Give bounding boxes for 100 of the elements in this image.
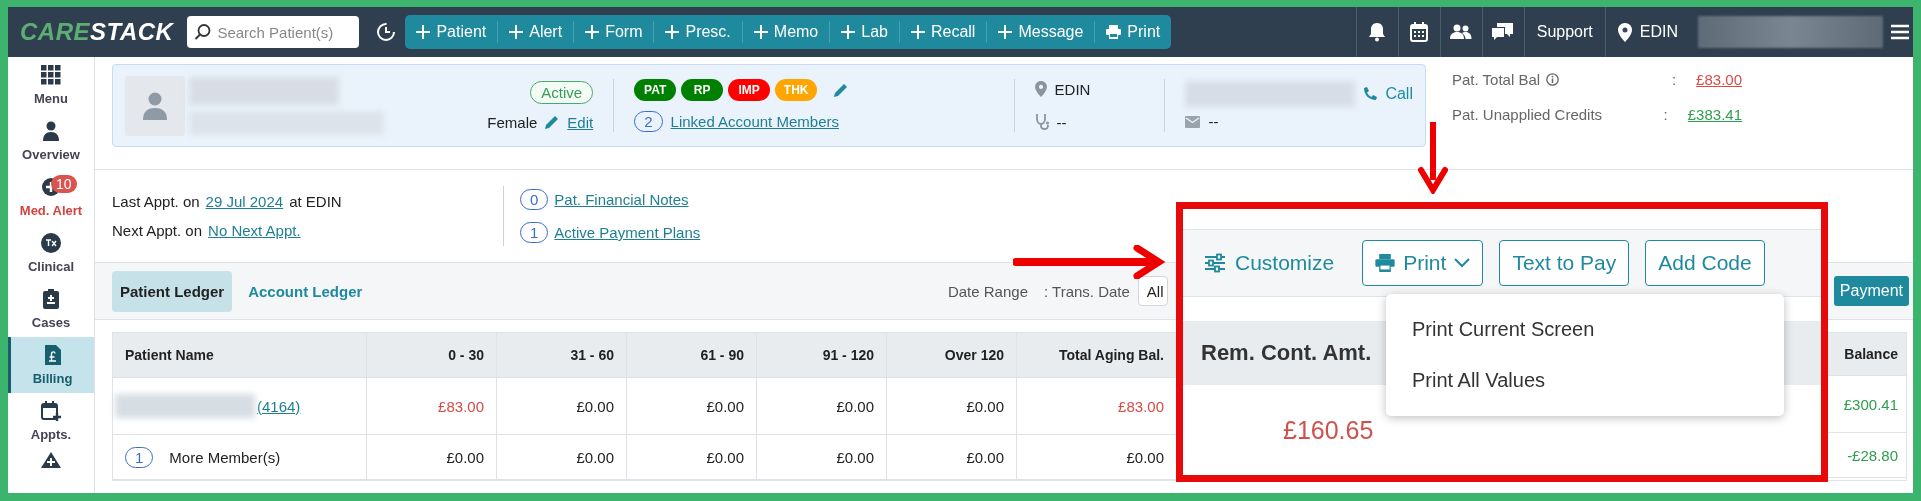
table-cell: £0.00 (366, 435, 496, 479)
payment-button[interactable]: Payment (1833, 276, 1909, 306)
email-text: -- (1208, 113, 1219, 130)
sidebar-item[interactable]: 10 Med. Alert (8, 169, 94, 225)
ledger-tab[interactable]: Account Ledger (240, 270, 371, 312)
sidebar-item[interactable]: Billing (8, 337, 94, 393)
search-field[interactable]: Search Patient(s) (187, 16, 360, 48)
appointment-location: at EDIN (289, 193, 342, 210)
search-icon (194, 23, 213, 41)
quick-action-button[interactable]: Memo (741, 21, 830, 43)
print-dropdown-button[interactable]: Print (1362, 240, 1484, 286)
table-cell: £0.00 (886, 435, 1016, 479)
appointment-date-link[interactable]: 29 Jul 2024 (205, 193, 284, 210)
stethoscope-icon (1034, 114, 1049, 130)
logo: CARESTACK (20, 17, 175, 47)
grid-icon (41, 64, 61, 85)
sidebar-item[interactable]: Appts. (8, 393, 94, 449)
quick-action-button[interactable]: Print (1094, 21, 1172, 43)
balance-amount-link[interactable]: £83.00 (1696, 71, 1742, 88)
location-pin-icon (1617, 22, 1632, 42)
balance-amount-link[interactable]: £383.41 (1687, 106, 1742, 123)
caret-icon (1454, 258, 1471, 268)
quick-action-button[interactable]: Presc. (653, 21, 742, 43)
sidebar-item[interactable]: Menu (8, 57, 94, 113)
quick-action-button[interactable]: Recall (898, 21, 987, 43)
quick-action-button[interactable]: Lab (829, 21, 899, 43)
plus-icon (665, 25, 680, 39)
pencil-icon[interactable] (545, 115, 560, 129)
sidebar-item[interactable]: Cases (8, 281, 94, 337)
alert-count-badge: 10 (51, 174, 77, 193)
plus-icon (585, 25, 600, 39)
clipboard-icon (42, 288, 60, 309)
column-header: Patient Name (124, 346, 215, 365)
customize-button[interactable]: Customize (1205, 251, 1335, 275)
menu-icon[interactable] (1891, 24, 1909, 40)
plus-icon (753, 25, 768, 39)
table-cell: £160.65 (1283, 415, 1374, 445)
call-button[interactable]: Call (1363, 85, 1413, 103)
arrow-drawing (1418, 122, 1448, 194)
edit-link[interactable]: Edit (567, 113, 594, 131)
table-cell: £0.00 (496, 378, 626, 434)
history-icon[interactable] (375, 21, 398, 43)
appointment-label: Last Appt. on (112, 193, 200, 210)
column-header: 31 - 60 (496, 333, 626, 377)
quick-action-button[interactable]: Patient (405, 21, 498, 43)
balance-label: Pat. Unapplied Credits (1452, 106, 1603, 123)
plus-icon (998, 25, 1013, 39)
table-cell: £0.00 (626, 378, 756, 434)
column-header: Balance (1843, 345, 1899, 364)
column-header: 91 - 120 (756, 333, 886, 377)
financial-link[interactable]: Active Payment Plans (554, 224, 701, 241)
table-cell: £0.00 (756, 435, 886, 479)
patient-id-link[interactable]: (4164) (257, 397, 301, 415)
balance-label: Pat. Total Bal (1452, 71, 1541, 88)
location-pin-icon (1034, 81, 1047, 97)
phone-icon (1363, 87, 1378, 101)
column-header: Rem. Cont. Amt. (1201, 340, 1372, 366)
chat-icon[interactable] (1492, 23, 1515, 41)
calendar-add-icon (41, 400, 61, 421)
provider-text: -- (1056, 113, 1067, 131)
table-cell: £83.00 (366, 378, 496, 434)
separator-colon: : (1662, 106, 1668, 123)
separator-colon: : (1671, 71, 1677, 88)
patient-tag: RP (681, 79, 724, 101)
print-option[interactable]: Print All Values (1386, 355, 1784, 406)
add-code-button[interactable]: Add Code (1645, 240, 1765, 286)
table-cell-text: £300.41 (1842, 394, 1899, 415)
column-header: Over 120 (886, 333, 1016, 377)
treatment-icon (41, 232, 61, 253)
support-button[interactable]: Support (1523, 7, 1605, 57)
people-icon[interactable] (1450, 24, 1473, 40)
linked-members-link[interactable]: Linked Account Members (670, 113, 839, 130)
date-range-select[interactable]: All (1137, 276, 1168, 306)
envelope-icon (1185, 115, 1201, 128)
date-range-label: Date Range (947, 282, 1028, 300)
plus-icon (841, 25, 856, 39)
quick-action-button[interactable]: Message (986, 21, 1095, 43)
ledger-tab[interactable]: Patient Ledger (112, 270, 233, 312)
calendar-icon[interactable] (1410, 22, 1429, 42)
table-cell: £0.00 (496, 435, 626, 479)
bell-icon[interactable] (1368, 22, 1387, 42)
print-option[interactable]: Print Current Screen (1386, 304, 1784, 355)
patient-tag: PAT (634, 79, 677, 101)
location-text: EDIN (1054, 80, 1091, 98)
appointment-label: Next Appt. on (112, 222, 203, 239)
financial-link[interactable]: Pat. Financial Notes (554, 191, 689, 208)
text-to-pay-button[interactable]: Text to Pay (1499, 240, 1630, 286)
pencil-icon[interactable] (834, 83, 849, 97)
sidebar-item[interactable]: Overview (8, 113, 94, 169)
sidebar-item[interactable]: Clinical (8, 225, 94, 281)
table-cell: £0.00 (626, 435, 756, 479)
location-button[interactable]: EDIN (1604, 7, 1690, 57)
warning-icon[interactable] (41, 452, 61, 468)
printer-icon (1106, 25, 1122, 39)
quick-action-button[interactable]: Alert (497, 21, 574, 43)
plus-icon (416, 25, 431, 39)
appointment-date-link[interactable]: No Next Appt. (208, 222, 301, 239)
gender-text: Female (487, 113, 538, 131)
quick-action-button[interactable]: Form (573, 21, 654, 43)
table-cell: £0.00 (756, 378, 886, 434)
